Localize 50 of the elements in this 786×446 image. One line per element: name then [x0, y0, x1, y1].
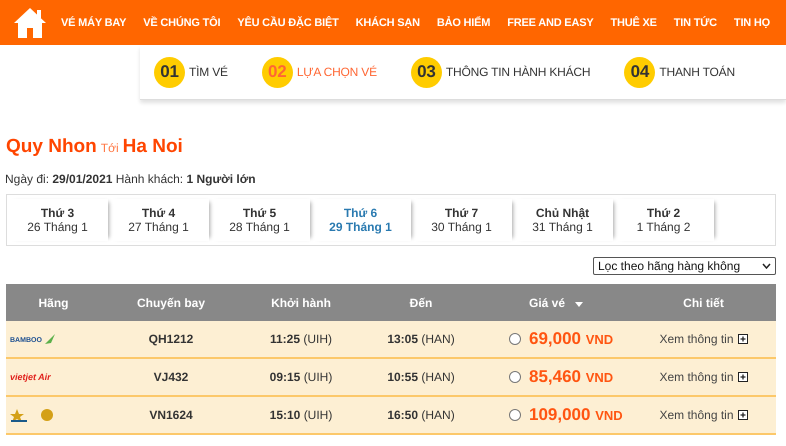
plus-box-icon [738, 410, 748, 420]
arrival-time: 10:55 (HAN) [386, 370, 456, 384]
column-header: Hãng [38, 296, 70, 310]
airline-filter-select[interactable]: Lọc theo hãng hàng không [593, 257, 776, 275]
destination-city: Ha Noi [122, 136, 183, 158]
details-link[interactable]: Xem thông tin [631, 370, 776, 384]
column-header: Khởi hành [270, 296, 332, 310]
date-tab[interactable]: Thứ 7 30 Tháng 1 [411, 199, 512, 241]
flight-number: VN1624 [148, 408, 194, 422]
date-tab[interactable]: Chủ Nhật 31 Tháng 1 [512, 199, 613, 241]
column-header: Chuyến bay [136, 296, 206, 310]
departure-time: 11:25 (UIH) [268, 332, 334, 346]
fare-radio[interactable] [509, 333, 521, 345]
step-label[interactable]: 04 THANH TOÁN [624, 56, 735, 88]
details-link[interactable]: Xem thông tin [631, 408, 776, 422]
fare-price: 69,000 VND [529, 329, 614, 349]
step-number: 02 [262, 56, 293, 88]
date-tab[interactable]: Thứ 3 26 Tháng 1 [7, 199, 108, 241]
caret-icon [762, 263, 771, 269]
airline-logo: vietjet Air [9, 370, 57, 384]
departure-time: 15:10 (UIH) [268, 408, 334, 422]
details-link[interactable]: Xem thông tin [631, 332, 776, 346]
date-tab[interactable]: Thứ 5 28 Tháng 1 [209, 199, 310, 241]
sort-caret-icon[interactable] [575, 302, 584, 306]
departure-time: 09:15 (UIH) [268, 370, 334, 384]
step-number: 03 [410, 56, 442, 88]
step-number: 04 [624, 56, 656, 88]
fare-price: 85,460 VND [529, 367, 614, 387]
column-header: Đến [408, 296, 434, 310]
plus-box-icon [738, 334, 748, 344]
date-tab[interactable]: Thứ 4 27 Tháng 1 [108, 199, 209, 241]
arrival-time: 13:05 (HAN) [386, 332, 456, 346]
fare-radio[interactable] [509, 371, 521, 383]
home-icon[interactable] [12, 6, 48, 40]
step-number: 01 [154, 56, 185, 88]
fare-price: 109,000 VND [529, 405, 623, 425]
flight-number: VJ432 [152, 370, 190, 384]
plus-box-icon [738, 372, 748, 382]
step-label[interactable]: 03 THÔNG TIN HÀNH KHÁCH [410, 56, 590, 88]
date-tab[interactable]: Thứ 6 29 Tháng 1 [310, 199, 411, 241]
flight-number: QH1212 [148, 332, 194, 346]
trip-info: Ngày đi: 29/01/2021 Hành khách: 1 Người lớn [5, 172, 257, 186]
fare-radio[interactable] [509, 409, 521, 421]
column-header[interactable]: Giá vé [481, 296, 631, 310]
arrival-time: 16:50 (HAN) [386, 408, 456, 422]
column-header: Chi tiết [682, 296, 725, 310]
date-tab[interactable]: Thứ 2 1 Tháng 2 [613, 199, 714, 241]
route-connector: Tới [100, 141, 119, 155]
step-label[interactable]: 01 TÌM VÉ [154, 56, 228, 88]
origin-city: Quy Nhon [6, 136, 97, 158]
